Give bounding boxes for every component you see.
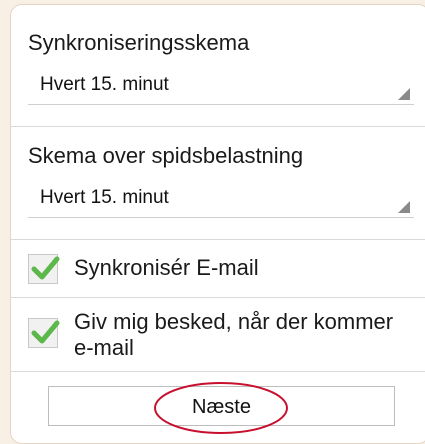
divider xyxy=(10,239,425,240)
divider xyxy=(10,371,425,372)
sync-email-checkbox[interactable] xyxy=(28,254,60,284)
sync-schedule-select[interactable]: Hvert 15. minut xyxy=(28,71,414,105)
checkmark-icon xyxy=(31,256,60,280)
divider xyxy=(10,297,425,298)
notify-email-label-line1: Giv mig besked, når der kommer xyxy=(74,309,394,334)
sync-email-option[interactable]: Synkronisér E-mail xyxy=(28,251,418,291)
highlight-circle xyxy=(154,382,288,434)
notify-email-checkbox[interactable] xyxy=(28,318,60,348)
peak-schedule-label: Skema over spidsbelastning xyxy=(28,143,304,168)
sync-schedule-label: Synkroniseringsskema xyxy=(28,30,250,55)
sync-email-label: Synkronisér E-mail xyxy=(74,255,259,280)
dropdown-corner-icon xyxy=(398,201,410,213)
sync-schedule-value: Hvert 15. minut xyxy=(40,74,169,95)
notify-email-label-line2: e-mail xyxy=(74,335,134,360)
checkmark-icon xyxy=(31,320,60,344)
settings-panel xyxy=(10,4,425,444)
peak-schedule-value: Hvert 15. minut xyxy=(40,187,169,208)
dropdown-corner-icon xyxy=(398,88,410,100)
notify-email-option[interactable]: Giv mig besked, når der kommer e-mail xyxy=(28,306,418,362)
peak-schedule-select[interactable]: Hvert 15. minut xyxy=(28,184,414,218)
divider xyxy=(10,126,425,127)
